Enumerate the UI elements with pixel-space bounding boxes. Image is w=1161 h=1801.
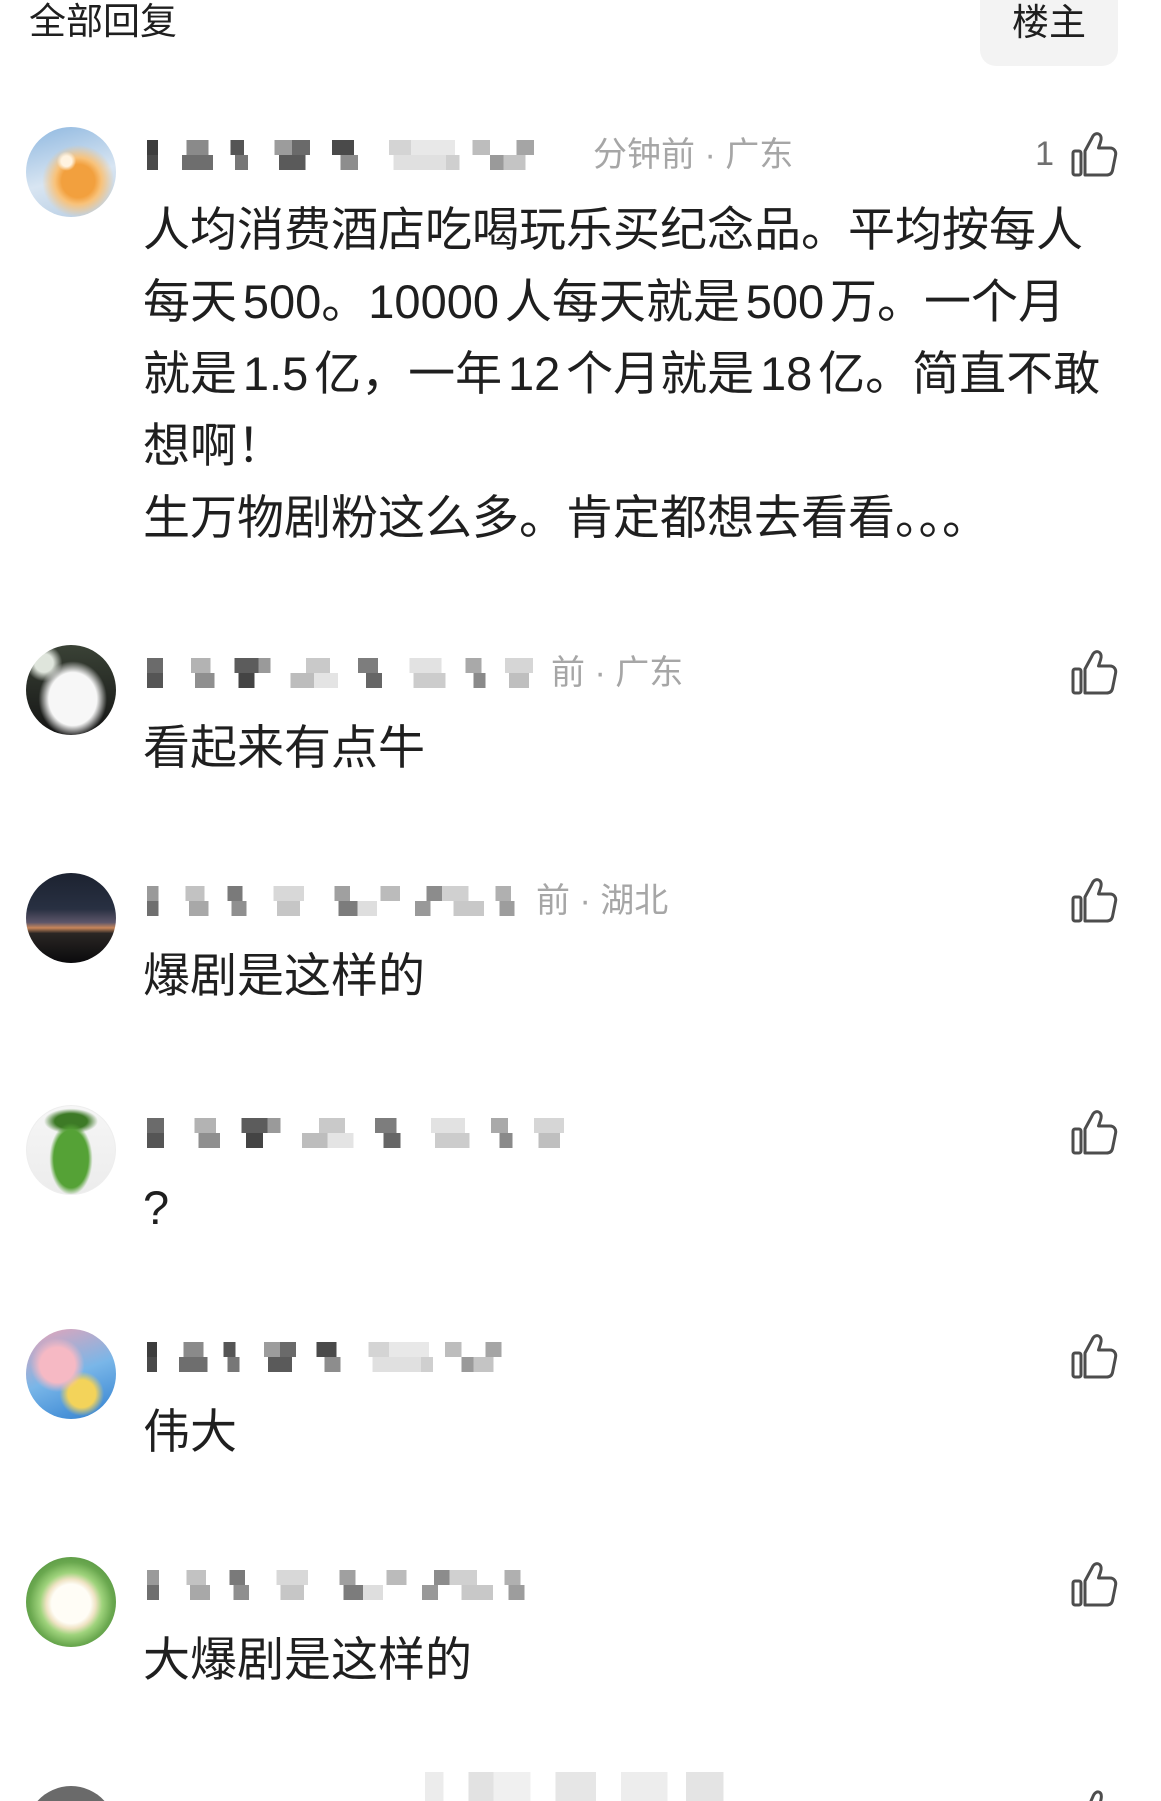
like-button[interactable] (1070, 1107, 1118, 1157)
avatar[interactable] (26, 1329, 116, 1419)
blurred-username (147, 140, 587, 170)
thumbs-up-icon (1071, 1562, 1118, 1607)
thumbs-up-icon (1071, 1110, 1118, 1155)
comment-text-line: 就是1.5亿，一年12个月就是18亿。简直不敢 (143, 347, 1101, 400)
like-button[interactable] (1070, 647, 1118, 697)
comment-text-line: 伟大 (143, 1405, 237, 1458)
comment-item[interactable]: 分钟前 · 广东 1 人均消费酒店吃喝玩乐买纪念品。平均按每人 每天500。10… (0, 127, 1161, 567)
blurred-username (147, 886, 530, 916)
comment-time-location: 前 · 湖北 (536, 882, 669, 920)
avatar[interactable] (26, 873, 116, 963)
like-button[interactable] (1070, 1331, 1118, 1381)
blurred-username (147, 1342, 550, 1372)
comment-meta: 前 · 广东 (147, 653, 683, 693)
avatar[interactable] (26, 1786, 116, 1801)
comment-text-line: 想啊！ (143, 419, 284, 472)
comment-text: 大爆剧是这样的 (143, 1624, 472, 1696)
comment-item[interactable]: 前 · 湖北 爆剧是这样的 (0, 873, 1161, 1053)
comment-meta: 分钟前 · 广东 (147, 135, 793, 175)
comment-text: 看起来有点牛 (143, 712, 425, 784)
comment-text-line: 生万物剧粉这么多。肯定都想去看看。。。 (143, 491, 989, 544)
op-only-button[interactable]: 楼主 (980, 0, 1118, 66)
thumbs-up-icon (1089, 1790, 1103, 1801)
comment-meta (147, 1337, 550, 1377)
avatar[interactable] (26, 1105, 116, 1195)
comment-item[interactable] (0, 1770, 1161, 1801)
comment-item[interactable]: 伟大 (0, 1329, 1161, 1509)
comment-meta (147, 1565, 540, 1605)
blurred-username (147, 1118, 577, 1148)
thumbs-up-icon (1071, 1334, 1118, 1379)
comment-item[interactable]: 前 · 广东 看起来有点牛 (0, 645, 1161, 825)
comment-text: ? (143, 1172, 169, 1244)
comment-item[interactable]: 大爆剧是这样的 (0, 1557, 1161, 1737)
blurred-username (147, 1570, 540, 1600)
comment-item[interactable]: ? (0, 1105, 1161, 1285)
thumbs-up-icon (1071, 650, 1118, 695)
like-button[interactable] (1070, 1786, 1118, 1801)
blurred-username (147, 658, 545, 688)
comment-time-location: 前 · 广东 (551, 654, 684, 692)
comment-text-line: 看起来有点牛 (143, 721, 425, 774)
comment-text: 爆剧是这样的 (143, 940, 425, 1012)
like-button[interactable] (1070, 875, 1118, 925)
thumbs-up-icon (1071, 132, 1118, 177)
comment-text: 人均消费酒店吃喝玩乐买纪念品。平均按每人 每天500。10000人每天就是500… (143, 194, 1100, 554)
comment-text-line: ? (143, 1181, 170, 1234)
like-button[interactable] (1070, 1559, 1118, 1609)
op-only-label: 楼主 (1012, 2, 1086, 43)
comment-meta (147, 1113, 577, 1153)
comment-text: 伟大 (143, 1396, 237, 1468)
avatar[interactable] (26, 645, 116, 735)
thumbs-up-icon (1071, 878, 1118, 923)
blurred-username (425, 1772, 736, 1801)
comment-text-line: 人均消费酒店吃喝玩乐买纪念品。平均按每人 (143, 203, 1083, 256)
like-count: 1 (1035, 135, 1054, 173)
avatar[interactable] (26, 1557, 116, 1647)
comment-meta: 前 · 湖北 (147, 881, 668, 921)
comment-text-line: 爆剧是这样的 (143, 949, 425, 1002)
avatar[interactable] (26, 127, 116, 217)
like-button[interactable]: 1 (1035, 129, 1118, 179)
comment-text-line: 大爆剧是这样的 (143, 1633, 472, 1686)
comment-time-location: 分钟前 · 广东 (593, 136, 794, 174)
all-replies-title: 全部回复 (29, 1, 177, 42)
comment-text-line: 每天500。10000人每天就是500万。一个月 (143, 275, 1066, 328)
